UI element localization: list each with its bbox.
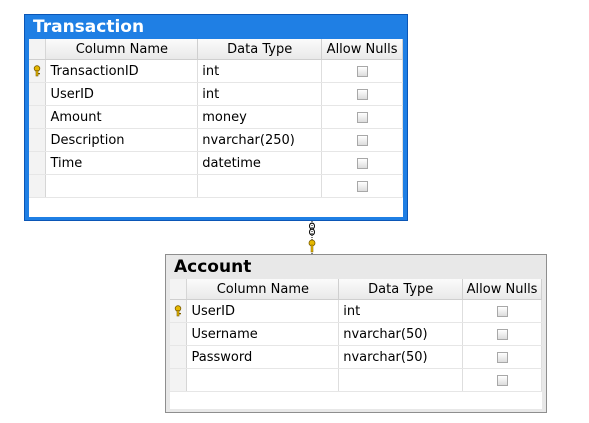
relationship-line[interactable] (0, 0, 589, 423)
key-end-icon (308, 239, 316, 253)
